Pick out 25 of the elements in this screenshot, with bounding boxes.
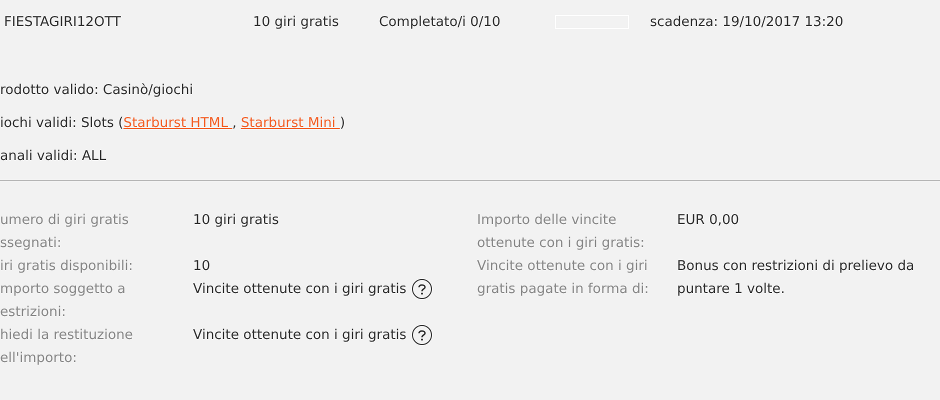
field-label: hiedi la restituzione ell'importo: <box>0 326 134 368</box>
completion-status: Completato/i 0/10 <box>379 14 502 30</box>
field-value: EUR 0,00 <box>677 211 740 230</box>
info-text: anali validi: ALL <box>0 148 106 164</box>
separator-text: , <box>232 115 238 131</box>
field-label: mporto soggetto a estrizioni: <box>0 280 127 322</box>
field-value: Bonus con restrizioni di prelievo da puntare 1 volte. <box>677 257 916 299</box>
field-value: 10 giri gratis <box>193 211 279 230</box>
field-value: 10 <box>193 257 210 276</box>
game-link[interactable]: Starburst Mini <box>240 115 340 131</box>
field-label: iri gratis disponibili: <box>0 257 134 276</box>
field-value: Vincite ottenute con i giri gratis <box>193 326 406 345</box>
field-label: Importo delle vincite ottenute con i giri gratis: <box>477 211 646 253</box>
help-icon[interactable] <box>412 325 432 345</box>
help-icon[interactable] <box>412 279 432 299</box>
bracket-text: ) <box>340 115 346 131</box>
field-label: umero di giri gratis ssegnati: <box>0 211 130 253</box>
info-text: rodotto valido: Casinò/giochi <box>0 82 194 98</box>
expiry-date: scadenza: 19/10/2017 13:20 <box>650 14 844 30</box>
info-text: iochi validi: Slots ( <box>0 115 124 131</box>
game-link[interactable]: Starburst HTML <box>123 115 232 131</box>
spins-count: 10 giri gratis <box>253 14 340 30</box>
bonus-code: FIESTAGIRI12OTT <box>4 14 122 30</box>
field-value: Vincite ottenute con i giri gratis <box>193 280 406 299</box>
field-label: Vincite ottenute con i giri gratis pagate in forma di: <box>477 257 650 299</box>
